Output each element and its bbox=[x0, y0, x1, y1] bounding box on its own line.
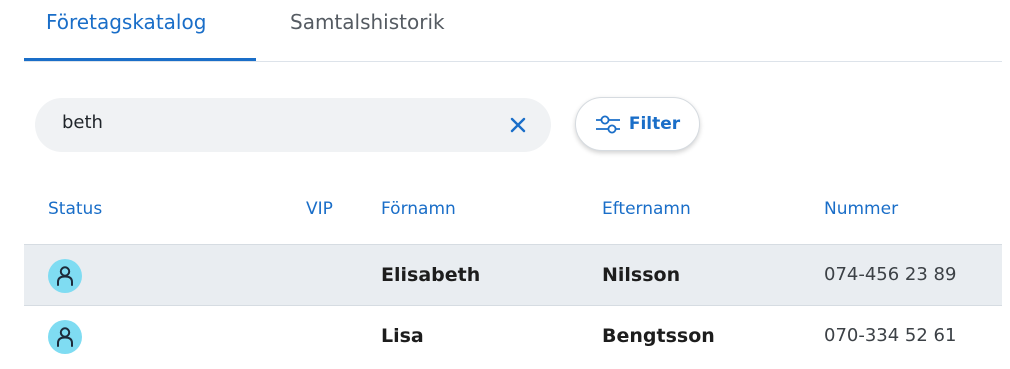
search-input[interactable]: beth bbox=[35, 98, 551, 152]
close-icon bbox=[510, 117, 526, 133]
table-row[interactable]: Lisa Bengtsson 070-334 52 61 bbox=[24, 306, 1002, 368]
cell-last-name: Nilsson bbox=[602, 264, 681, 286]
filter-button[interactable]: Filter bbox=[575, 97, 700, 151]
tab-bar: Företagskatalog Samtalshistorik bbox=[24, 0, 1002, 62]
table-row[interactable]: Elisabeth Nilsson 074-456 23 89 bbox=[24, 244, 1002, 306]
person-icon bbox=[57, 266, 73, 286]
column-header-last-name[interactable]: Efternamn bbox=[602, 199, 691, 219]
avatar bbox=[48, 259, 82, 293]
person-icon bbox=[57, 327, 73, 347]
cell-number[interactable]: 070-334 52 61 bbox=[824, 325, 956, 346]
cell-last-name: Bengtsson bbox=[602, 325, 715, 347]
cell-first-name: Lisa bbox=[381, 325, 424, 347]
tab-samtalshistorik[interactable]: Samtalshistorik bbox=[290, 0, 445, 61]
sliders-icon bbox=[595, 115, 620, 134]
filter-label: Filter bbox=[628, 114, 681, 134]
clear-search-button[interactable] bbox=[503, 110, 533, 140]
cell-first-name: Elisabeth bbox=[381, 264, 481, 286]
column-header-number[interactable]: Nummer bbox=[824, 199, 898, 219]
column-header-first-name[interactable]: Förnamn bbox=[381, 199, 456, 219]
tab-foretagskatalog[interactable]: Företagskatalog bbox=[24, 0, 256, 61]
cell-number[interactable]: 074-456 23 89 bbox=[824, 264, 956, 285]
search-value[interactable]: beth bbox=[62, 112, 103, 133]
column-header-vip[interactable]: VIP bbox=[306, 199, 333, 219]
avatar bbox=[48, 320, 82, 354]
column-header-status[interactable]: Status bbox=[48, 199, 102, 219]
